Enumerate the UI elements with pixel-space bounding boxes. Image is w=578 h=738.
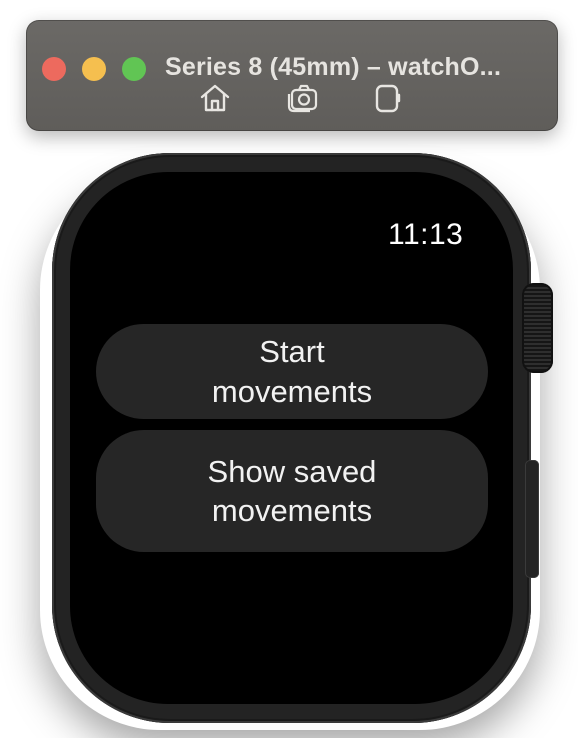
watch-side-button[interactable] [525, 460, 539, 578]
start-movements-button[interactable]: Start movements [96, 324, 488, 419]
zoom-window-button[interactable] [122, 57, 146, 81]
simulator-title-window: Series 8 (45mm) – watchO... [26, 20, 558, 131]
simulator-page: Series 8 (45mm) – watchO... 11:13 Start … [0, 0, 578, 738]
minimize-window-button[interactable] [82, 57, 106, 81]
show-saved-movements-label: Show saved movements [207, 453, 377, 528]
close-window-button[interactable] [42, 57, 66, 81]
rotate-device-icon[interactable] [370, 81, 404, 115]
show-saved-movements-button[interactable]: Show saved movements [96, 430, 488, 552]
screenshot-camera-icon[interactable] [286, 81, 320, 115]
home-icon[interactable] [198, 81, 232, 115]
watch-time: 11:13 [388, 218, 464, 251]
digital-crown[interactable] [522, 283, 553, 373]
window-title: Series 8 (45mm) – watchO... [165, 53, 502, 81]
start-movements-label: Start movements [211, 334, 373, 409]
